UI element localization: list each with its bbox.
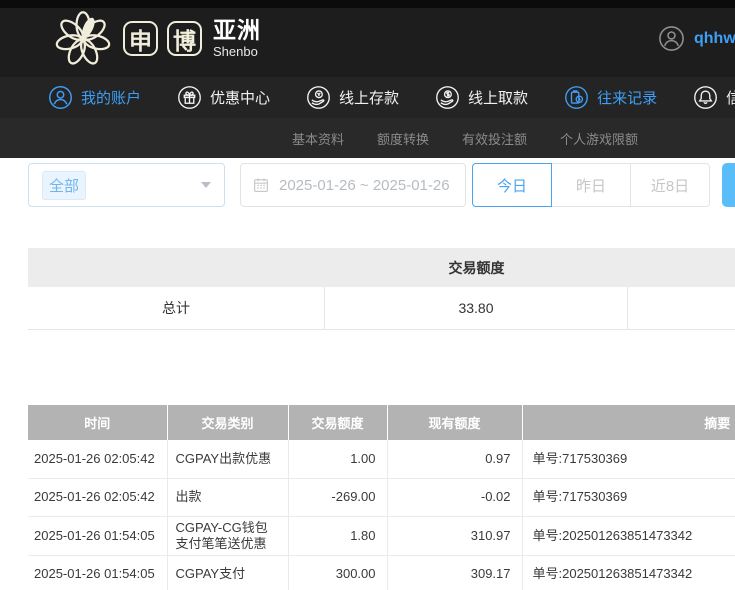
subnav-item-basic-info[interactable]: 基本资料 [292, 129, 344, 148]
chevron-down-icon [201, 182, 211, 188]
transactions-header-row: 时间 交易类别 交易额度 现有额度 摘要 [28, 405, 735, 440]
cell-type: CGPAY出款优惠 [167, 440, 288, 478]
sub-nav: 基本资料 额度转换 有效投注额 个人游戏限额 [0, 118, 735, 158]
cell-time: 2025-01-26 02:05:42 [28, 478, 167, 516]
column-header-memo: 摘要 [522, 405, 735, 440]
column-header-type: 交易类别 [167, 405, 288, 440]
cell-time: 2025-01-26 02:05:42 [28, 440, 167, 478]
main-nav: 我的账户 优惠中心 线上存款 [0, 77, 735, 118]
range-button-today[interactable]: 今日 [472, 163, 552, 207]
search-button[interactable] [722, 163, 735, 207]
summary-header-label: 交易额度 [325, 248, 628, 287]
avatar-icon [658, 25, 685, 52]
cell-type: CGPAY支付 [167, 555, 288, 590]
summary-header-empty [628, 248, 735, 287]
column-header-balance: 现有额度 [387, 405, 522, 440]
cell-memo: 单号:202501263851473342 [522, 555, 735, 590]
cell-type: 出款 [167, 478, 288, 516]
summary-header-row: 交易额度 [28, 248, 735, 287]
gift-icon [177, 85, 202, 110]
bell-icon [693, 85, 718, 110]
summary-empty-cell [628, 287, 735, 329]
date-range-value: 2025-01-26 ~ 2025-01-26 [279, 177, 450, 194]
withdraw-icon [435, 85, 460, 110]
subnav-item-valid-bets[interactable]: 有效投注额 [462, 129, 527, 148]
cell-memo: 单号:717530369 [522, 478, 735, 516]
table-row: 2025-01-26 02:05:42 出款 -269.00 -0.02 单号:… [28, 478, 735, 516]
cell-balance: 310.97 [387, 516, 522, 555]
cell-memo: 单号:717530369 [522, 440, 735, 478]
summary-total-row: 总计 33.80 [28, 287, 735, 330]
cell-time: 2025-01-26 01:54:05 [28, 516, 167, 555]
cell-amount: 1.80 [288, 516, 387, 555]
transactions-table: 时间 交易类别 交易额度 现有额度 摘要 2025-01-26 02:05:42… [28, 405, 735, 590]
flower-logo-icon [52, 8, 114, 70]
subnav-item-game-limits[interactable]: 个人游戏限额 [560, 129, 638, 148]
cell-amount: 1.00 [288, 440, 387, 478]
cell-amount: -269.00 [288, 478, 387, 516]
logo-char-shen: 申 [123, 21, 158, 56]
summary-table: 交易额度 总计 33.80 [28, 248, 735, 330]
nav-item-promotions[interactable]: 优惠中心 [177, 85, 270, 110]
table-row: 2025-01-26 01:54:05 CGPAY-CG钱包支付笔笔送优惠 1.… [28, 516, 735, 555]
logo-subtitle: Shenbo [213, 45, 261, 58]
nav-label: 优惠中心 [210, 87, 270, 108]
nav-item-messages[interactable]: 信息 [693, 85, 735, 110]
user-menu[interactable]: qhhw [658, 0, 735, 77]
category-select[interactable]: 全部 [28, 163, 225, 207]
cell-balance: 0.97 [387, 440, 522, 478]
nav-label: 线上取款 [468, 87, 528, 108]
user-icon [48, 85, 73, 110]
cell-balance: -0.02 [387, 478, 522, 516]
top-header: 申 博 亚洲 Shenbo qhhw [0, 0, 735, 77]
column-header-time: 时间 [28, 405, 167, 440]
summary-total-label: 总计 [28, 287, 325, 329]
nav-item-records[interactable]: 往来记录 [564, 85, 657, 110]
category-chip: 全部 [42, 171, 86, 200]
nav-item-withdraw[interactable]: 线上取款 [435, 85, 528, 110]
date-range-input[interactable]: 2025-01-26 ~ 2025-01-26 [240, 163, 466, 207]
page: 申 博 亚洲 Shenbo qhhw 我的账户 [0, 0, 735, 590]
nav-label: 我的账户 [81, 87, 141, 108]
table-row: 2025-01-26 02:05:42 CGPAY出款优惠 1.00 0.97 … [28, 440, 735, 478]
nav-label: 信息 [726, 87, 735, 108]
cell-time: 2025-01-26 01:54:05 [28, 555, 167, 590]
logo-region: 亚洲 Shenbo [213, 19, 261, 58]
subnav-item-credit-transfer[interactable]: 额度转换 [377, 129, 429, 148]
nav-item-my-account[interactable]: 我的账户 [48, 85, 141, 110]
username: qhhw [694, 30, 735, 48]
nav-item-deposit[interactable]: 线上存款 [306, 85, 399, 110]
content: 全部 2025-01-26 ~ 2025-01-26 今日 昨日 近8日 [0, 163, 735, 590]
cell-memo: 单号:202501263851473342 [522, 516, 735, 555]
filter-row: 全部 2025-01-26 ~ 2025-01-26 今日 昨日 近8日 [28, 163, 735, 207]
logo-region-text: 亚洲 [213, 19, 261, 42]
deposit-icon [306, 85, 331, 110]
table-row: 2025-01-26 01:54:05 CGPAY支付 300.00 309.1… [28, 555, 735, 590]
logo-char-bo: 博 [167, 21, 202, 56]
cell-amount: 300.00 [288, 555, 387, 590]
range-button-last8days[interactable]: 近8日 [630, 163, 710, 207]
summary-header-empty [28, 248, 325, 287]
nav-label: 线上存款 [339, 87, 399, 108]
cell-balance: 309.17 [387, 555, 522, 590]
quick-range-group: 今日 昨日 近8日 [472, 163, 710, 207]
calendar-icon [252, 176, 270, 194]
cell-type: CGPAY-CG钱包支付笔笔送优惠 [167, 516, 288, 555]
records-icon [564, 85, 589, 110]
nav-label: 往来记录 [597, 87, 657, 108]
column-header-amount: 交易额度 [288, 405, 387, 440]
summary-total-value: 33.80 [325, 287, 628, 329]
range-button-yesterday[interactable]: 昨日 [551, 163, 631, 207]
brand-logo[interactable]: 申 博 亚洲 Shenbo [52, 8, 261, 70]
